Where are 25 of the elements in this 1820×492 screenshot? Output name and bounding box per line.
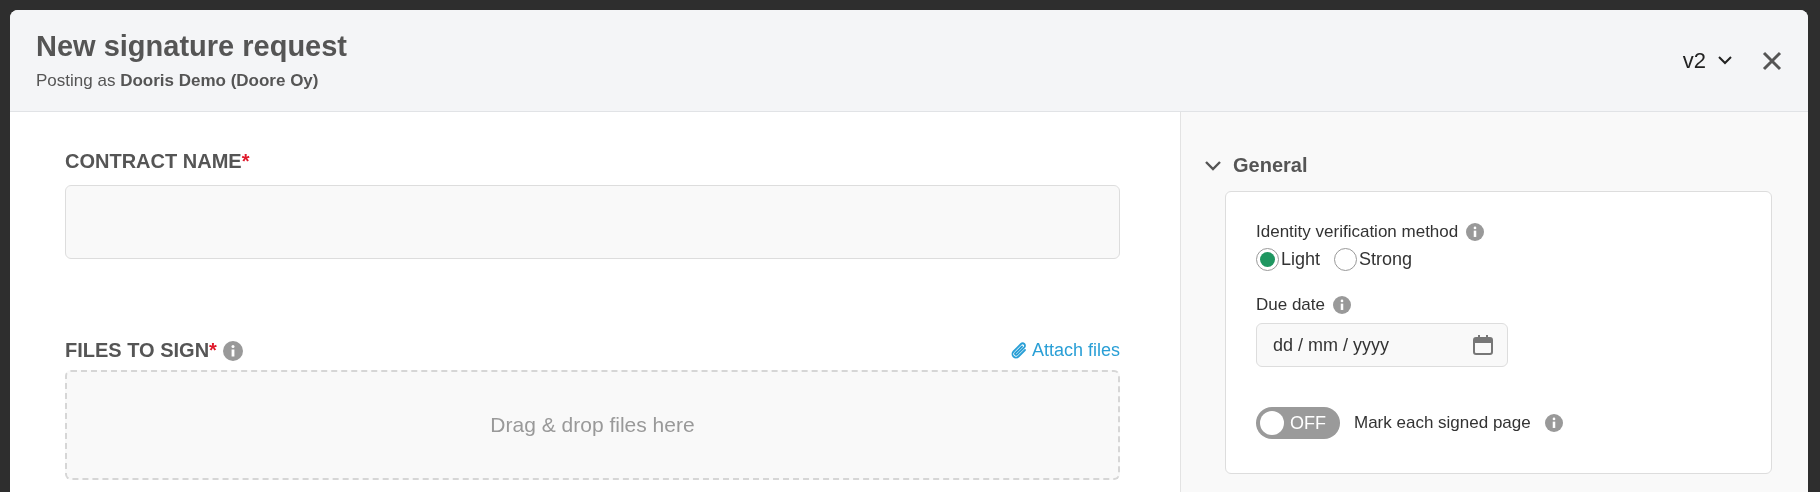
required-mark: * bbox=[209, 339, 217, 362]
info-icon bbox=[1466, 223, 1485, 241]
field-label: Due date bbox=[1256, 295, 1325, 315]
close-icon bbox=[1762, 50, 1782, 71]
field-label: Mark each signed page bbox=[1354, 413, 1531, 433]
due-date-field[interactable]: dd / mm / yyyy bbox=[1256, 323, 1508, 367]
radio-option[interactable]: Light bbox=[1256, 248, 1321, 271]
required-mark: * bbox=[241, 150, 250, 173]
dropzone-text: Drag & drop files here bbox=[490, 413, 695, 437]
posting-as-text: Posting as Dooris Demo (Doore Oy) bbox=[36, 71, 320, 91]
field-label: FILES TO SIGN bbox=[65, 339, 210, 362]
version-dropdown[interactable]: v2 bbox=[1682, 47, 1732, 74]
info-icon bbox=[1333, 296, 1351, 314]
paperclip-icon bbox=[1009, 340, 1028, 361]
dialog-title: New signature request bbox=[36, 30, 349, 63]
chevron-down-icon bbox=[1718, 56, 1732, 65]
section-toggle[interactable]: General bbox=[1205, 154, 1308, 177]
close-button[interactable] bbox=[1762, 50, 1782, 71]
info-icon bbox=[1544, 414, 1563, 432]
calendar-icon bbox=[1472, 334, 1494, 356]
radio-option[interactable]: Strong bbox=[1334, 248, 1413, 271]
field-label: CONTRACT NAME bbox=[65, 150, 242, 173]
chevron-down-icon bbox=[1205, 160, 1221, 171]
info-icon bbox=[222, 340, 243, 361]
field-label: Identity verification method bbox=[1256, 222, 1459, 242]
